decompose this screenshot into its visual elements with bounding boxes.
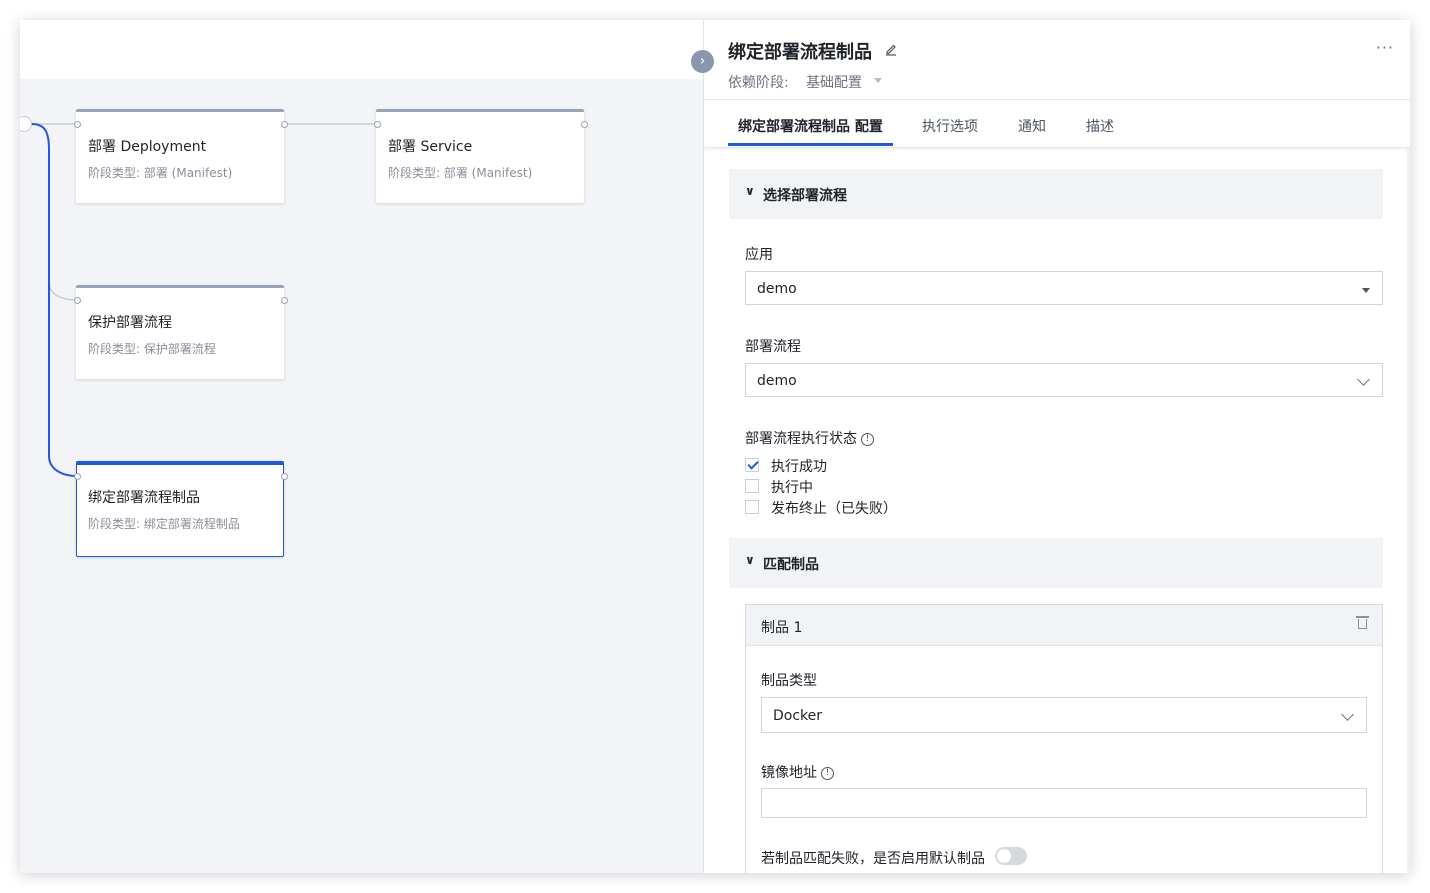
chevron-down-icon: ∨ <box>745 184 755 198</box>
node-deploy-deployment[interactable]: 部署 Deployment 阶段类型: 部署 (Manifest) <box>76 109 284 203</box>
app-select[interactable]: demo <box>745 271 1383 305</box>
more-options-icon[interactable]: ··· <box>1376 38 1394 57</box>
info-icon[interactable]: ! <box>861 432 874 446</box>
app-label: 应用 <box>745 247 773 263</box>
node-bind-artifact-active[interactable]: 绑定部署流程制品 阶段类型: 绑定部署流程制品 <box>76 461 284 557</box>
caret-down-icon <box>1362 288 1370 293</box>
tab-notification[interactable]: 通知 <box>1018 116 1046 136</box>
collapse-panel-button[interactable]: › <box>691 50 714 73</box>
chevron-down-icon <box>1341 708 1354 721</box>
edge-root-to-protect <box>31 123 78 301</box>
node-port-out[interactable] <box>281 297 288 304</box>
check-icon <box>747 458 759 470</box>
tab-config[interactable]: 绑定部署流程制品 配置 <box>738 116 883 136</box>
panel-title: 绑定部署流程制品 <box>728 42 872 63</box>
scrollbar[interactable] <box>1407 148 1410 873</box>
edit-icon[interactable] <box>884 42 898 56</box>
pipeline-label: 部署流程 <box>745 339 801 355</box>
node-title: 部署 Deployment <box>88 139 207 155</box>
node-port-out[interactable] <box>281 121 288 128</box>
fallback-toggle[interactable] <box>995 847 1027 865</box>
chevron-right-icon: › <box>699 53 706 69</box>
node-subtitle: 阶段类型: 部署 (Manifest) <box>88 166 233 180</box>
node-port-in[interactable] <box>74 297 81 304</box>
config-panel: 绑定部署流程制品 ··· 依赖阶段: 基础配置 绑定部署流程制品 配置 执行选项… <box>703 20 1410 873</box>
section-select-pipeline[interactable]: ∨ 选择部署流程 <box>729 169 1383 219</box>
checkbox-label: 执行中 <box>771 480 813 496</box>
dependency-select[interactable]: 基础配置 <box>806 72 862 92</box>
chevron-down-icon: ∨ <box>745 553 755 567</box>
node-port-out[interactable] <box>281 473 288 480</box>
node-deploy-service[interactable]: 部署 Service 阶段类型: 部署 (Manifest) <box>376 109 584 203</box>
checkbox[interactable] <box>745 479 759 493</box>
status-label-text: 部署流程执行状态 <box>745 431 857 447</box>
node-subtitle: 阶段类型: 保护部署流程 <box>88 342 216 356</box>
checkbox[interactable] <box>745 458 759 472</box>
section-match-artifact[interactable]: ∨ 匹配制品 <box>729 538 1383 588</box>
node-subtitle: 阶段类型: 部署 (Manifest) <box>388 166 533 180</box>
status-label: 部署流程执行状态! <box>745 428 874 448</box>
checkbox-label: 发布终止（已失败） <box>771 501 897 517</box>
node-port-out[interactable] <box>581 121 588 128</box>
node-title: 部署 Service <box>388 139 473 155</box>
node-title: 绑定部署流程制品 <box>88 490 200 506</box>
image-address-input[interactable] <box>761 788 1367 818</box>
tab-execution-options[interactable]: 执行选项 <box>922 116 978 136</box>
info-icon[interactable]: ! <box>821 766 834 780</box>
node-subtitle: 阶段类型: 绑定部署流程制品 <box>88 517 240 531</box>
pipeline-select[interactable]: demo <box>745 363 1383 397</box>
image-address-label: 镜像地址! <box>761 762 834 782</box>
checkbox-label: 执行成功 <box>771 459 827 475</box>
tab-description[interactable]: 描述 <box>1086 116 1114 136</box>
active-tab-indicator <box>728 143 893 146</box>
dependency-label: 依赖阶段: <box>728 75 789 91</box>
image-address-label-text: 镜像地址 <box>761 765 817 781</box>
artifact-card: 制品 1 制品类型 Docker 镜像地址! 若制品匹配失败，是否启用默认制品 <box>745 604 1383 873</box>
node-port-in[interactable] <box>74 473 81 480</box>
app-select-value: demo <box>757 281 797 297</box>
artifact-type-value: Docker <box>773 708 823 724</box>
chevron-down-icon <box>1357 373 1370 386</box>
caret-down-icon[interactable] <box>874 78 882 83</box>
pipeline-select-value: demo <box>757 373 797 389</box>
fallback-label: 若制品匹配失败，是否启用默认制品 <box>761 851 985 867</box>
node-protect-pipeline[interactable]: 保护部署流程 阶段类型: 保护部署流程 <box>76 285 284 379</box>
trash-icon[interactable] <box>1356 616 1369 629</box>
node-port-in[interactable] <box>74 121 81 128</box>
artifact-name: 制品 1 <box>761 620 803 636</box>
artifact-type-select[interactable]: Docker <box>761 697 1367 733</box>
section-title: 匹配制品 <box>763 557 819 573</box>
artifact-type-label: 制品类型 <box>761 673 817 689</box>
app-window: 部署 Deployment 阶段类型: 部署 (Manifest) 部署 Ser… <box>20 20 1410 873</box>
node-port-in[interactable] <box>374 121 381 128</box>
checkbox[interactable] <box>745 500 759 514</box>
node-title: 保护部署流程 <box>88 315 172 331</box>
config-form[interactable]: ∨ 选择部署流程 应用 demo 部署流程 demo 部署流程执行状态! 执行成… <box>704 148 1410 873</box>
section-title: 选择部署流程 <box>763 188 847 204</box>
tab-bar: 绑定部署流程制品 配置 执行选项 通知 描述 <box>704 100 1410 148</box>
artifact-card-header: 制品 1 <box>746 605 1382 646</box>
